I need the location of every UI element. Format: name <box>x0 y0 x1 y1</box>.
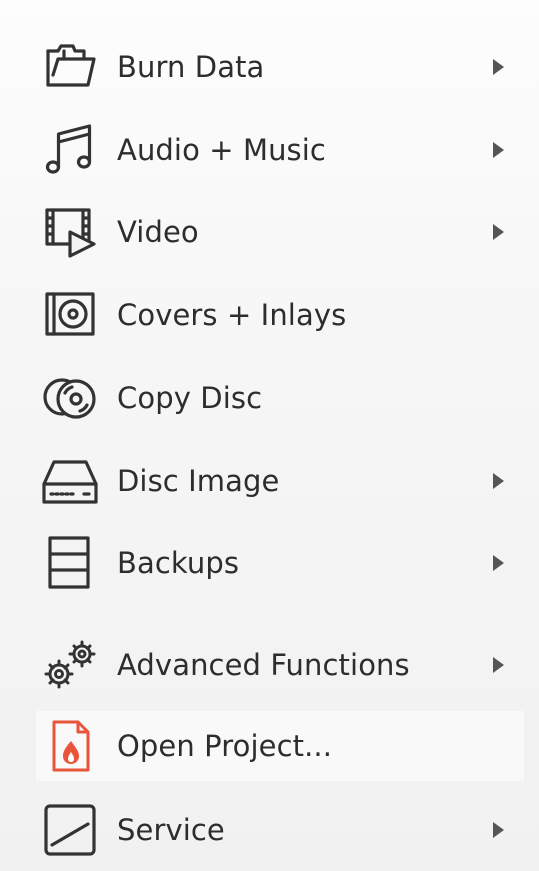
submenu-arrow-icon <box>493 822 504 838</box>
menu-item-label: Service <box>117 813 225 847</box>
menu-item-label: Disc Image <box>117 464 280 498</box>
menu-item-label: Backups <box>117 546 240 580</box>
disc-drive-icon <box>40 451 100 511</box>
video-film-icon <box>40 202 100 262</box>
gears-icon <box>40 635 100 695</box>
menu-item-label: Advanced Functions <box>117 648 410 682</box>
submenu-arrow-icon <box>493 555 504 571</box>
menu-item-label: Video <box>117 215 199 249</box>
copy-disc-icon <box>40 368 100 428</box>
menu-item-audio-music[interactable]: Audio + Music <box>36 115 524 185</box>
service-icon <box>40 800 100 860</box>
disc-cover-icon <box>40 285 100 345</box>
submenu-arrow-icon <box>493 59 504 75</box>
menu-item-label: Audio + Music <box>117 133 326 167</box>
menu-item-disc-image[interactable]: Disc Image <box>36 446 524 516</box>
menu-item-label: Covers + Inlays <box>117 298 347 332</box>
menu-item-backups[interactable]: Backups <box>36 528 524 598</box>
menu-item-advanced-functions[interactable]: Advanced Functions <box>36 630 524 700</box>
menu-item-service[interactable]: Service <box>36 795 524 865</box>
menu-item-label: Copy Disc <box>117 381 263 415</box>
submenu-arrow-icon <box>493 473 504 489</box>
menu-item-covers-inlays[interactable]: Covers + Inlays <box>36 280 524 350</box>
menu-item-copy-disc[interactable]: Copy Disc <box>36 363 524 433</box>
context-menu: Burn Data Audio + Music Video Covers + I… <box>0 0 539 871</box>
project-file-icon <box>40 716 100 776</box>
menu-item-burn-data[interactable]: Burn Data <box>36 32 524 102</box>
submenu-arrow-icon <box>493 657 504 673</box>
music-note-icon <box>40 120 100 180</box>
submenu-arrow-icon <box>493 142 504 158</box>
menu-item-label: Open Project... <box>117 729 333 763</box>
backup-stack-icon <box>40 533 100 593</box>
submenu-arrow-icon <box>493 224 504 240</box>
menu-item-open-project[interactable]: Open Project... <box>36 711 524 781</box>
menu-item-label: Burn Data <box>117 50 265 84</box>
menu-item-video[interactable]: Video <box>36 197 524 267</box>
folder-open-icon <box>40 37 100 97</box>
